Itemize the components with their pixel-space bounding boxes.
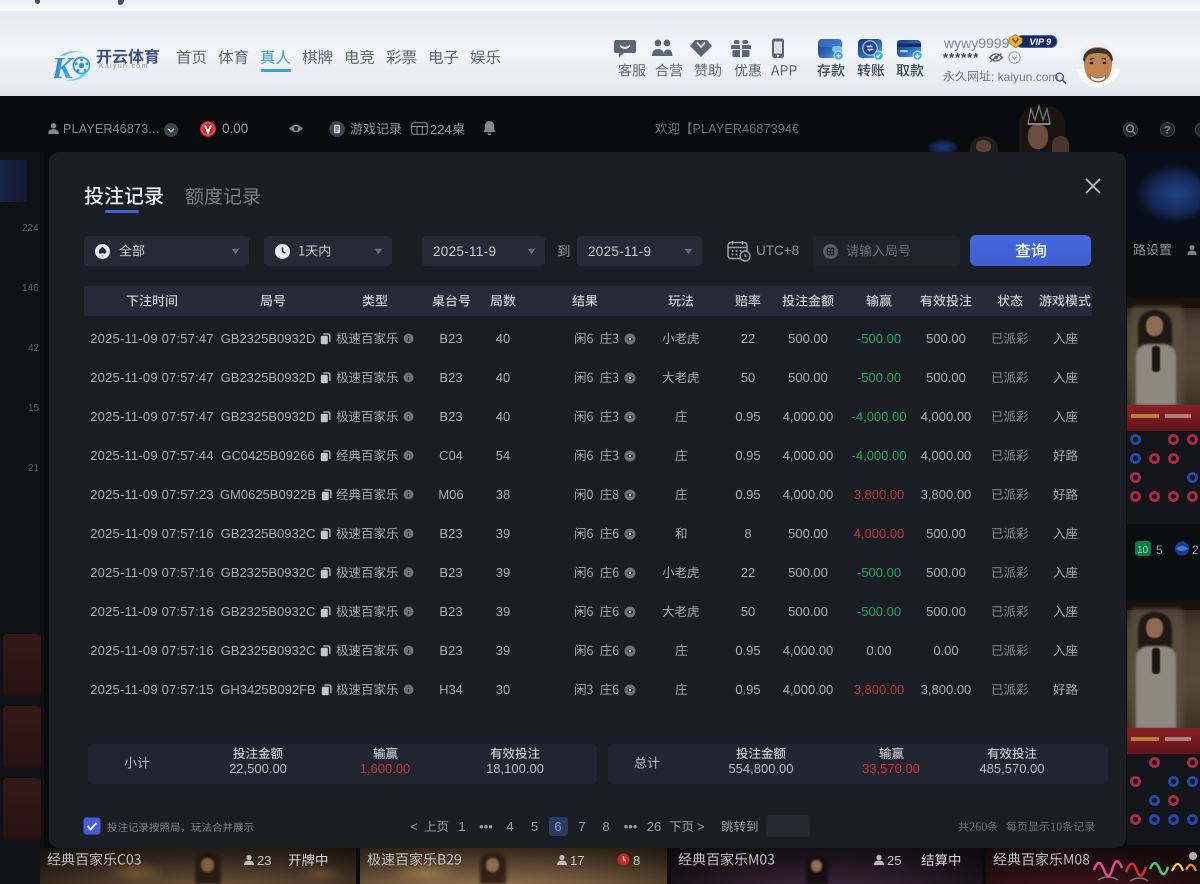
svg-text:?: ? [1164, 125, 1171, 137]
svg-text:10: 10 [1137, 545, 1149, 556]
svg-text:2: 2 [1192, 543, 1199, 557]
svg-text:5: 5 [1156, 543, 1163, 557]
svg-text:VIP 9: VIP 9 [1030, 37, 1052, 47]
